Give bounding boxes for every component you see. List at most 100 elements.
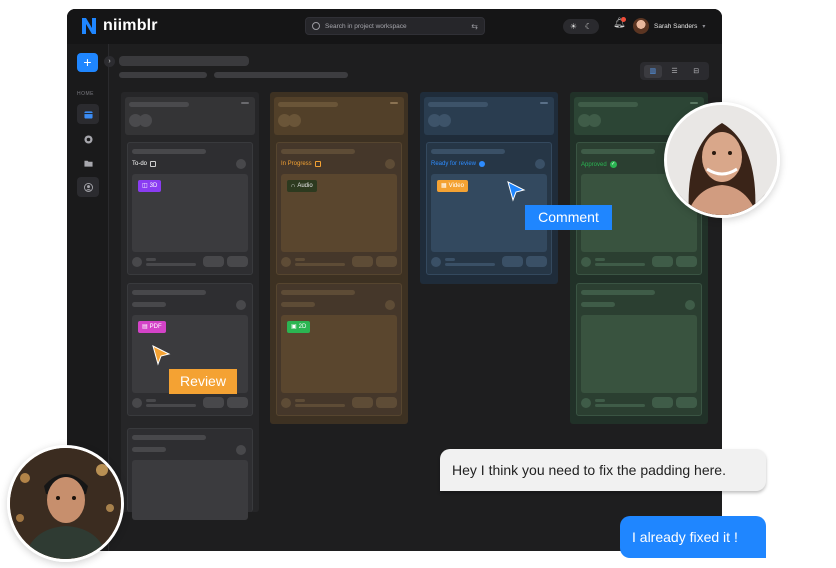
meta-placeholder bbox=[295, 258, 305, 261]
list-view-icon[interactable]: ☰ bbox=[665, 65, 683, 78]
meta-placeholder bbox=[146, 399, 156, 402]
assignee-avatar[interactable] bbox=[385, 300, 395, 310]
chevron-down-icon: ▾ bbox=[702, 23, 706, 30]
card-action-button[interactable] bbox=[376, 256, 397, 267]
more-icon[interactable] bbox=[690, 102, 698, 104]
assignee-avatar[interactable] bbox=[236, 159, 246, 169]
status-label: In Progress bbox=[281, 161, 321, 167]
user-circle-icon bbox=[83, 182, 93, 192]
headphones-icon: ∩ bbox=[291, 183, 296, 189]
card-action-button[interactable] bbox=[352, 397, 373, 408]
add-button[interactable]: + bbox=[77, 53, 98, 72]
more-icon[interactable] bbox=[540, 102, 548, 104]
more-icon[interactable] bbox=[241, 102, 249, 104]
card-title-placeholder bbox=[132, 149, 206, 154]
meta-placeholder bbox=[595, 258, 605, 261]
status-text: In Progress bbox=[281, 161, 312, 167]
file-type-badge: ∩ Audio bbox=[287, 180, 317, 192]
task-card[interactable]: In Progress ∩ Audio bbox=[276, 142, 402, 275]
card-action-button[interactable] bbox=[227, 256, 248, 267]
archive-view-icon[interactable]: ⊟ bbox=[687, 65, 705, 78]
card-footer bbox=[281, 397, 397, 409]
status-text: Approved bbox=[581, 161, 607, 168]
task-card[interactable]: ▣ 2D bbox=[276, 283, 402, 416]
card-action-button[interactable] bbox=[227, 397, 248, 408]
avatar bbox=[588, 114, 601, 127]
task-card[interactable] bbox=[127, 428, 253, 520]
card-thumbnail[interactable] bbox=[132, 460, 248, 520]
card-footer bbox=[581, 397, 697, 409]
avatar bbox=[633, 18, 649, 34]
assignee-avatar[interactable] bbox=[385, 159, 395, 169]
card-action-button[interactable] bbox=[526, 256, 547, 267]
header-placeholder bbox=[578, 102, 638, 107]
avatar bbox=[581, 257, 591, 267]
meta-placeholder bbox=[295, 399, 305, 402]
avatar bbox=[132, 257, 142, 267]
review-cursor-label: Review bbox=[169, 369, 237, 394]
column-header bbox=[125, 97, 255, 135]
orange-cursor-icon bbox=[152, 345, 171, 366]
meta-placeholder bbox=[595, 404, 645, 407]
card-action-button[interactable] bbox=[203, 256, 224, 267]
user-menu[interactable]: Sarah Sanders ▾ bbox=[633, 18, 705, 34]
comment-cursor-label: Comment bbox=[525, 205, 612, 230]
card-action-button[interactable] bbox=[376, 397, 397, 408]
file-type-badge: ▦ Video bbox=[437, 180, 468, 192]
avatar bbox=[139, 114, 152, 127]
card-footer bbox=[132, 256, 248, 268]
card-title-placeholder bbox=[281, 149, 355, 154]
sidebar-item-projects[interactable] bbox=[77, 104, 99, 124]
assignee-avatar[interactable] bbox=[236, 445, 246, 455]
woman-portrait-icon bbox=[667, 105, 777, 215]
avatar bbox=[288, 114, 301, 127]
card-action-button[interactable] bbox=[676, 397, 697, 408]
assignee-avatar[interactable] bbox=[685, 300, 695, 310]
cube-icon: ◫ bbox=[142, 183, 148, 189]
card-action-button[interactable] bbox=[652, 397, 673, 408]
user-name: Sarah Sanders bbox=[654, 22, 698, 30]
assignee-avatar[interactable] bbox=[535, 159, 545, 169]
card-title-placeholder bbox=[581, 149, 655, 154]
sun-icon[interactable]: ☀ bbox=[570, 22, 577, 31]
card-action-button[interactable] bbox=[203, 397, 224, 408]
card-action-button[interactable] bbox=[652, 256, 673, 267]
status-text: To-do bbox=[132, 161, 148, 167]
search-input[interactable]: Search in project workspace bbox=[325, 23, 466, 30]
meta-placeholder bbox=[295, 404, 345, 407]
card-title-placeholder bbox=[581, 290, 655, 295]
sidebar-item-files[interactable] bbox=[77, 153, 99, 173]
theme-toggle[interactable]: ☀ ☾ bbox=[563, 19, 599, 34]
image-icon: ▣ bbox=[291, 324, 297, 330]
board-view-icon[interactable]: ▥ bbox=[643, 64, 662, 78]
assignee-avatar[interactable] bbox=[236, 300, 246, 310]
sidebar-item-favorites[interactable] bbox=[77, 129, 99, 149]
card-action-button[interactable] bbox=[502, 256, 523, 267]
card-action-button[interactable] bbox=[676, 256, 697, 267]
file-type-badge: ▣ 2D bbox=[287, 321, 311, 333]
status-label: To-do bbox=[132, 161, 157, 167]
card-thumbnail[interactable]: ∩ Audio bbox=[281, 174, 397, 252]
sidebar-item-profile[interactable] bbox=[77, 177, 99, 197]
dot-icon bbox=[479, 161, 486, 167]
card-thumbnail[interactable]: ▣ 2D bbox=[281, 315, 397, 393]
task-card[interactable]: To-do ◫ 3D bbox=[127, 142, 253, 275]
file-type-badge: ▤ PDF bbox=[138, 321, 166, 333]
card-thumbnail[interactable] bbox=[581, 315, 697, 393]
avatar bbox=[281, 257, 291, 267]
moon-icon[interactable]: ☾ bbox=[585, 22, 592, 31]
app-name: niimblr bbox=[103, 17, 158, 34]
task-card[interactable] bbox=[576, 283, 702, 416]
filter-icon[interactable]: ⇆ bbox=[471, 22, 478, 31]
card-action-button[interactable] bbox=[352, 256, 373, 267]
app-logo[interactable]: niimblr bbox=[79, 15, 158, 37]
card-thumbnail[interactable]: ◫ 3D bbox=[132, 174, 248, 252]
more-icon[interactable] bbox=[390, 102, 398, 104]
card-title-placeholder bbox=[431, 149, 505, 154]
task-card[interactable]: ▤ PDF bbox=[127, 283, 253, 416]
card-title-placeholder bbox=[132, 290, 206, 295]
search-bar[interactable]: Search in project workspace ⇆ bbox=[305, 17, 485, 35]
checkbox-icon bbox=[314, 161, 321, 167]
column-in-progress: In Progress ∩ Audio ▣ 2D bbox=[270, 92, 408, 424]
card-footer bbox=[581, 256, 697, 268]
